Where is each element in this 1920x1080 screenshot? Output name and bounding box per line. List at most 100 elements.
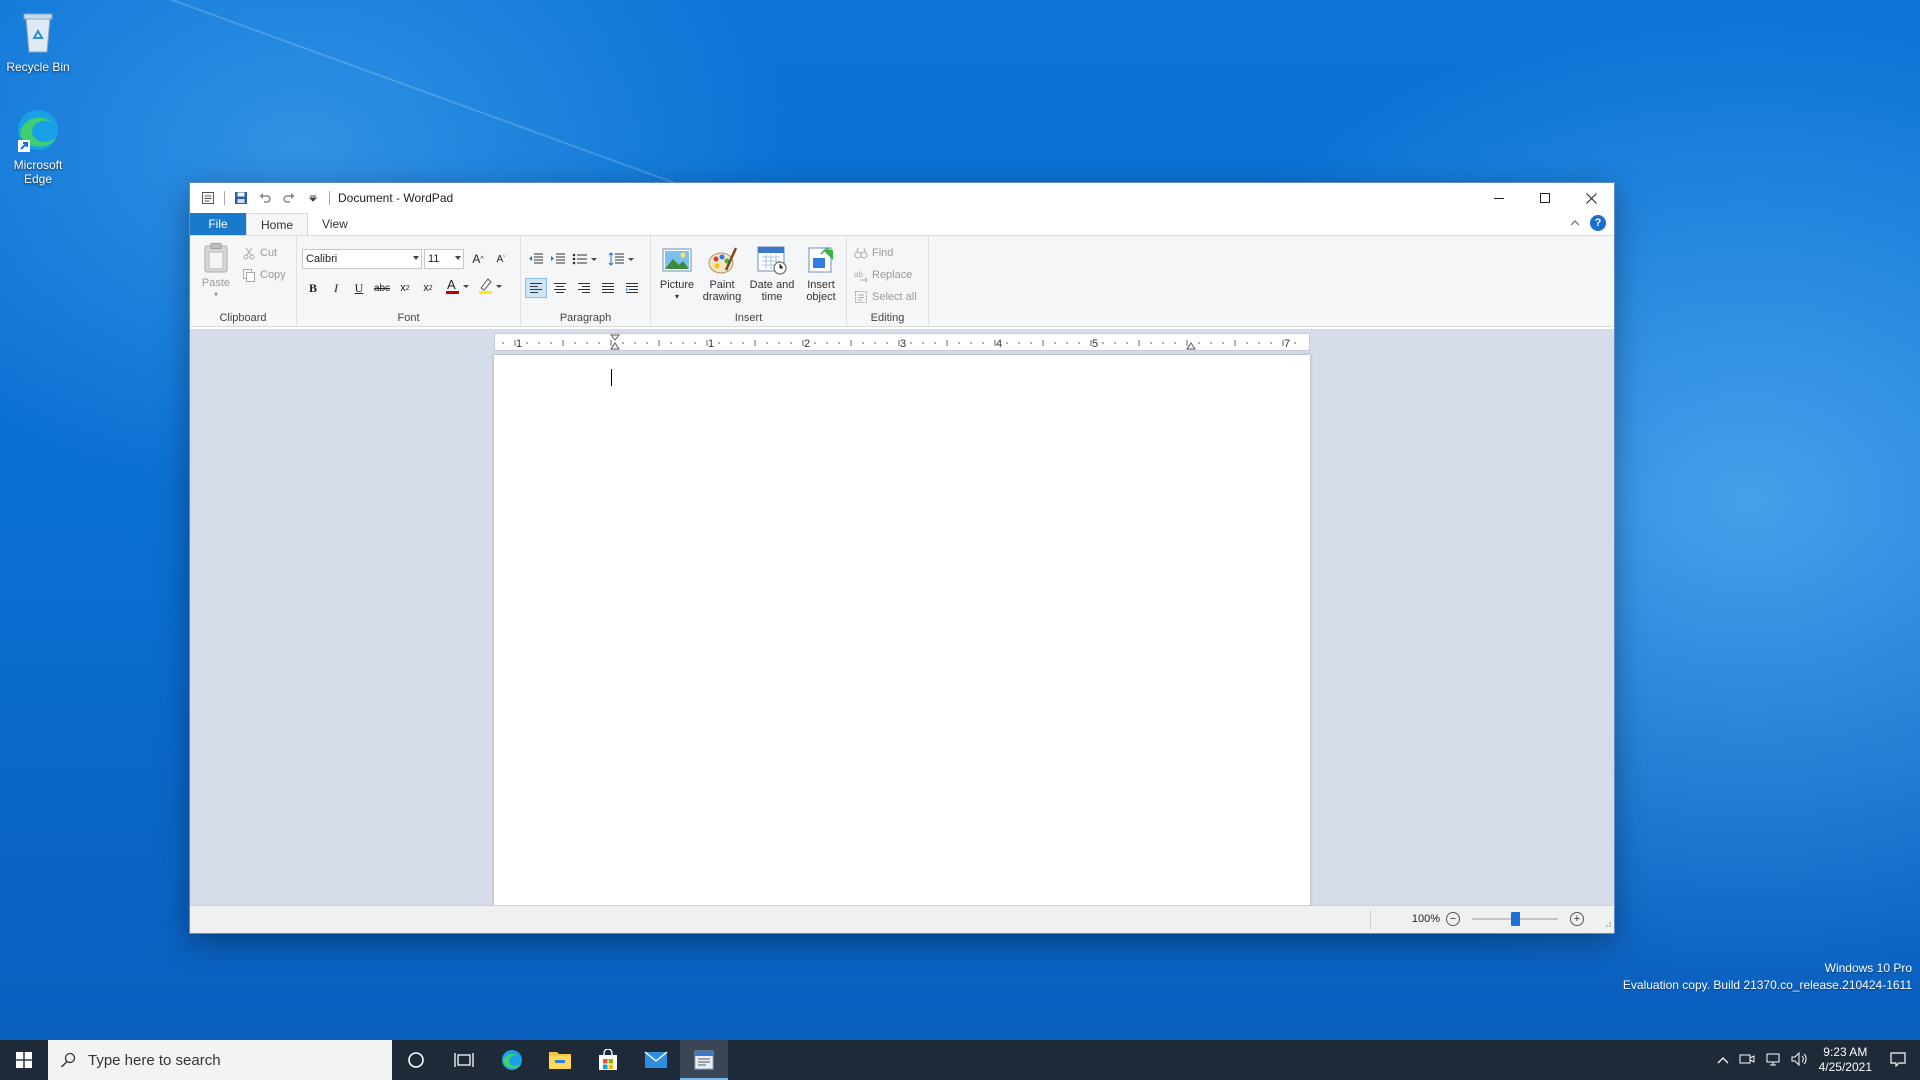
- copy-label: Copy: [260, 269, 286, 281]
- windows-logo-icon: [16, 1052, 32, 1068]
- customize-toolbar-chevron-icon[interactable]: [303, 188, 323, 208]
- paste-dropdown-icon[interactable]: ▾: [214, 289, 218, 301]
- align-right-button[interactable]: [573, 278, 595, 298]
- align-center-button[interactable]: [549, 278, 571, 298]
- font-size-select[interactable]: 11: [424, 249, 464, 269]
- save-icon[interactable]: [231, 188, 251, 208]
- chevron-down-icon: [413, 256, 419, 260]
- strikethrough-button[interactable]: abc: [371, 278, 393, 298]
- document-page[interactable]: [494, 355, 1310, 907]
- collapse-ribbon-chevron-icon[interactable]: [1570, 216, 1580, 230]
- resize-grip-icon[interactable]: [1602, 917, 1612, 931]
- line-spacing-button[interactable]: [607, 249, 637, 269]
- replace-button[interactable]: ab Replace: [854, 266, 912, 284]
- zoom-slider[interactable]: [1472, 911, 1558, 927]
- redo-icon[interactable]: [279, 188, 299, 208]
- group-label-font: Font: [397, 312, 420, 324]
- undo-icon[interactable]: [255, 188, 275, 208]
- help-icon[interactable]: ?: [1590, 215, 1606, 231]
- binoculars-icon: [854, 247, 868, 259]
- taskbar-clock[interactable]: 9:23 AM 4/25/2021: [1819, 1045, 1872, 1075]
- insert-picture-button[interactable]: Picture ▾: [657, 244, 697, 303]
- grow-font-button[interactable]: A ^: [467, 249, 489, 269]
- network-icon[interactable]: [1765, 1052, 1781, 1069]
- indent-marker[interactable]: [610, 342, 620, 350]
- indent-marker[interactable]: [609, 334, 621, 341]
- cortana-button[interactable]: [392, 1040, 440, 1080]
- select-all-button[interactable]: Select all: [854, 288, 917, 306]
- tab-view[interactable]: View: [308, 213, 362, 235]
- highlight-color-button[interactable]: [475, 276, 505, 296]
- meet-now-icon[interactable]: [1739, 1052, 1755, 1069]
- subscript-button[interactable]: x2: [394, 278, 416, 298]
- tab-file[interactable]: File: [190, 213, 246, 235]
- taskbar-store[interactable]: [584, 1040, 632, 1080]
- ruler-number: 5: [1092, 338, 1098, 350]
- ruler[interactable]: 1 1 2 3 4 5 7: [494, 333, 1310, 351]
- font-family-select[interactable]: Calibri: [302, 249, 422, 269]
- desktop-icon-edge[interactable]: Microsoft Edge: [0, 106, 76, 186]
- app-menu-icon[interactable]: [198, 188, 218, 208]
- show-hidden-icons-chevron-icon[interactable]: [1717, 1053, 1729, 1067]
- tab-home[interactable]: Home: [246, 213, 309, 235]
- italic-button[interactable]: I: [325, 278, 347, 298]
- paint-drawing-button[interactable]: Paint drawing: [699, 244, 745, 303]
- cut-label: Cut: [260, 247, 278, 259]
- bullets-button[interactable]: [571, 249, 601, 269]
- paragraph-dialog-button[interactable]: [621, 278, 643, 298]
- taskbar-wordpad[interactable]: [680, 1040, 728, 1080]
- line-spacing-icon: [608, 252, 634, 266]
- text-cursor: [611, 369, 612, 386]
- taskbar-search-box[interactable]: Type here to search: [48, 1040, 392, 1080]
- desktop-icon-recycle-bin[interactable]: Recycle Bin: [0, 8, 76, 74]
- start-button[interactable]: [0, 1040, 48, 1080]
- picture-dropdown-icon[interactable]: ▾: [675, 291, 679, 303]
- increase-indent-button[interactable]: [547, 249, 569, 269]
- insert-object-button[interactable]: Insert object: [799, 244, 843, 303]
- taskbar-edge[interactable]: [488, 1040, 536, 1080]
- select-all-label: Select all: [872, 291, 917, 303]
- justify-button[interactable]: [597, 278, 619, 298]
- zoom-in-button[interactable]: +: [1570, 912, 1584, 926]
- superscript-button[interactable]: x2: [417, 278, 439, 298]
- picture-icon: [661, 244, 693, 276]
- desktop-icon-label: Recycle Bin: [6, 60, 70, 74]
- status-bar: 100% − +: [190, 905, 1614, 933]
- group-paragraph: Paragraph: [521, 236, 651, 326]
- zoom-out-button[interactable]: −: [1446, 912, 1460, 926]
- bold-button[interactable]: B: [302, 278, 324, 298]
- shrink-font-button[interactable]: Aˇ: [490, 249, 512, 269]
- search-icon: [60, 1052, 76, 1068]
- volume-icon[interactable]: [1791, 1051, 1809, 1069]
- font-size-value: 11: [428, 253, 440, 265]
- minimize-button[interactable]: [1476, 183, 1522, 213]
- notifications-icon[interactable]: [1890, 1051, 1906, 1070]
- group-editing: Find ab Replace Select all Editing: [847, 236, 929, 326]
- align-left-button[interactable]: [525, 278, 547, 298]
- windows-watermark: Windows 10 Pro Evaluation copy. Build 21…: [1623, 960, 1912, 994]
- cut-button[interactable]: Cut: [242, 244, 277, 262]
- indent-marker[interactable]: [1186, 342, 1196, 350]
- copy-button[interactable]: Copy: [242, 266, 286, 284]
- paste-button[interactable]: Paste ▾: [200, 242, 232, 301]
- underline-button[interactable]: U: [348, 278, 370, 298]
- zoom-level: 100%: [1411, 913, 1440, 925]
- paste-label: Paste: [201, 277, 231, 289]
- task-view-button[interactable]: [440, 1040, 488, 1080]
- bullet-list-icon: [572, 253, 597, 265]
- clock-date: 4/25/2021: [1818, 1060, 1872, 1074]
- align-left-icon: [530, 283, 542, 293]
- close-button[interactable]: [1568, 183, 1614, 213]
- decrease-indent-button[interactable]: [525, 249, 547, 269]
- taskbar-mail[interactable]: [632, 1040, 680, 1080]
- insert-object-icon: [805, 244, 837, 276]
- maximize-button[interactable]: [1522, 183, 1568, 213]
- text-color-button[interactable]: A: [442, 276, 472, 296]
- date-time-button[interactable]: Date and time: [747, 244, 797, 303]
- find-button[interactable]: Find: [854, 244, 893, 262]
- taskbar-file-explorer[interactable]: [536, 1040, 584, 1080]
- taskbar: Type here to search 9:23 AM 4/25/2021: [0, 1040, 1920, 1080]
- cortana-circle-icon: [408, 1052, 424, 1068]
- zoom-slider-thumb[interactable]: [1511, 912, 1520, 926]
- title-bar[interactable]: Document - WordPad: [190, 183, 1614, 213]
